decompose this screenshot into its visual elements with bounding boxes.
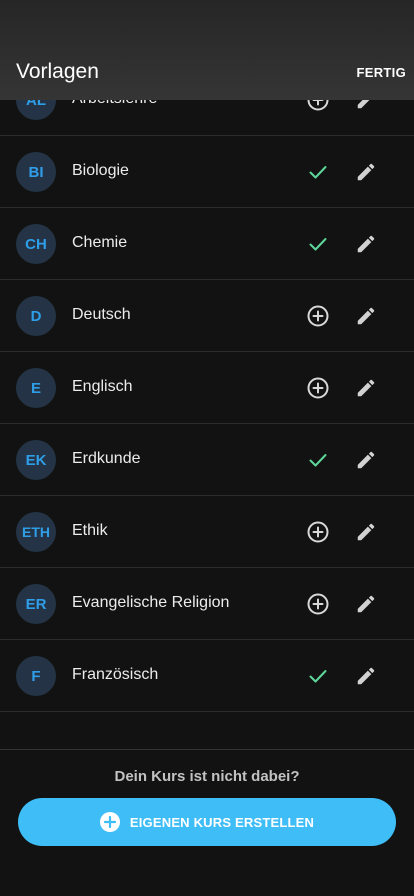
course-name: Ethik xyxy=(72,522,108,539)
check-icon[interactable] xyxy=(306,664,330,688)
list-item[interactable]: F Französisch xyxy=(0,640,414,712)
check-icon[interactable] xyxy=(306,160,330,184)
list-item[interactable]: E Englisch xyxy=(0,352,414,424)
add-circle-icon[interactable] xyxy=(306,376,330,400)
add-circle-icon[interactable] xyxy=(306,304,330,328)
pencil-icon[interactable] xyxy=(354,376,378,400)
course-name: Deutsch xyxy=(72,306,131,323)
create-own-course-button[interactable]: EIGENEN KURS ERSTELLEN xyxy=(18,798,396,846)
create-own-course-label: EIGENEN KURS ERSTELLEN xyxy=(129,814,315,830)
course-avatar: F xyxy=(16,656,56,696)
app-header: Vorlagen FERTIG xyxy=(0,0,414,100)
pencil-icon[interactable] xyxy=(354,448,378,472)
course-avatar: AL xyxy=(16,100,56,120)
done-button[interactable]: FERTIG xyxy=(357,65,406,80)
plus-circle-icon xyxy=(99,812,120,832)
list-item[interactable]: D Deutsch xyxy=(0,280,414,352)
list-item[interactable]: BI Biologie xyxy=(0,136,414,208)
add-circle-icon[interactable] xyxy=(306,520,330,544)
course-avatar: ER xyxy=(16,584,56,624)
footer-prompt: Dein Kurs ist nicht dabei? xyxy=(114,768,300,785)
pencil-icon[interactable] xyxy=(354,232,378,256)
footer-divider xyxy=(0,749,414,750)
course-avatar: D xyxy=(16,296,56,336)
add-circle-icon[interactable] xyxy=(306,100,330,112)
list-item[interactable]: ER Evangelische Religion xyxy=(0,568,414,640)
course-name: Französisch xyxy=(72,666,159,683)
check-icon[interactable] xyxy=(306,448,330,472)
course-name: Arbeitslehre xyxy=(72,100,157,108)
course-template-list[interactable]: AL Arbeitslehre BI Biologie CH Chemie D Deutsch… xyxy=(0,100,414,748)
pencil-icon[interactable] xyxy=(354,592,378,616)
course-avatar: CH xyxy=(16,224,56,264)
course-name: Erdkunde xyxy=(72,450,141,467)
check-icon[interactable] xyxy=(306,232,330,256)
course-name: Englisch xyxy=(72,378,133,395)
pencil-icon[interactable] xyxy=(354,160,378,184)
pencil-icon[interactable] xyxy=(354,100,378,112)
add-circle-icon[interactable] xyxy=(306,592,330,616)
course-avatar: E xyxy=(16,368,56,408)
list-item[interactable]: ETH Ethik xyxy=(0,496,414,568)
page-title: Vorlagen xyxy=(16,60,99,83)
course-avatar: EK xyxy=(16,440,56,480)
course-avatar: ETH xyxy=(16,512,56,552)
pencil-icon[interactable] xyxy=(354,304,378,328)
list-item[interactable]: EK Erdkunde xyxy=(0,424,414,496)
course-name: Evangelische Religion xyxy=(72,594,230,611)
pencil-icon[interactable] xyxy=(354,664,378,688)
course-avatar: BI xyxy=(16,152,56,192)
pencil-icon[interactable] xyxy=(354,520,378,544)
list-item[interactable]: AL Arbeitslehre xyxy=(0,100,414,136)
course-name: Biologie xyxy=(72,162,129,179)
list-item[interactable]: CH Chemie xyxy=(0,208,414,280)
course-name: Chemie xyxy=(72,234,128,251)
